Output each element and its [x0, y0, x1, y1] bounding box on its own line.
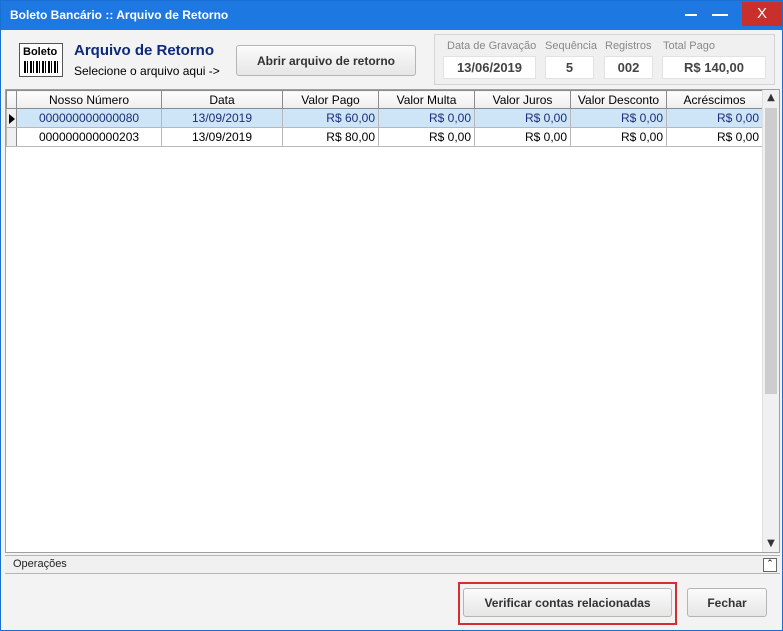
barcode-icon — [24, 61, 58, 73]
cell-acrescimos[interactable]: R$ 0,00 — [666, 108, 763, 128]
cell-valor-pago[interactable]: R$ 60,00 — [282, 108, 379, 128]
title-bar[interactable]: Boleto Bancário :: Arquivo de Retorno X — [1, 1, 782, 30]
cell-acrescimos[interactable]: R$ 0,00 — [666, 127, 763, 147]
cell-valor-juros[interactable]: R$ 0,00 — [474, 127, 571, 147]
table-header-row: Nosso Número Data Valor Pago Valor Multa… — [6, 90, 763, 109]
scroll-up-icon[interactable]: ▲ — [763, 90, 779, 106]
operations-label: Operações — [13, 558, 67, 570]
close-button[interactable]: X — [742, 2, 782, 26]
registros-group: Registros 002 — [604, 40, 653, 79]
total-pago-group: Total Pago R$ 140,00 — [662, 40, 766, 79]
collapse-icon[interactable]: ⌃ — [763, 558, 777, 572]
close-dialog-button[interactable]: Fechar — [687, 588, 767, 617]
column-header[interactable]: Data — [161, 90, 283, 109]
row-indicator — [6, 127, 17, 147]
data-gravacao-label: Data de Gravação — [447, 40, 537, 52]
data-gravacao-group: Data de Gravação 13/06/2019 — [443, 40, 537, 79]
page-title: Arquivo de Retorno — [74, 42, 215, 59]
cell-valor-multa[interactable]: R$ 0,00 — [378, 127, 475, 147]
maximize-button[interactable] — [706, 1, 734, 27]
cell-data[interactable]: 13/09/2019 — [161, 108, 283, 128]
column-header[interactable]: Valor Juros — [474, 90, 571, 109]
sequencia-group: Sequência 5 — [545, 40, 597, 79]
open-return-file-button[interactable]: Abrir arquivo de retorno — [236, 45, 416, 76]
scroll-thumb[interactable] — [765, 108, 777, 394]
return-records-grid[interactable]: Nosso Número Data Valor Pago Valor Multa… — [5, 89, 780, 553]
registros-field: 002 — [604, 56, 653, 79]
cell-valor-pago[interactable]: R$ 80,00 — [282, 127, 379, 147]
page-subtitle: Selecione o arquivo aqui -> — [74, 64, 220, 78]
row-indicator-header — [6, 90, 17, 109]
scroll-down-icon[interactable]: ▼ — [763, 536, 779, 552]
maximize-icon — [712, 14, 728, 16]
cell-valor-desconto[interactable]: R$ 0,00 — [570, 127, 667, 147]
cell-valor-multa[interactable]: R$ 0,00 — [378, 108, 475, 128]
vertical-scrollbar[interactable]: ▲ ▼ — [762, 90, 779, 552]
minimize-icon — [685, 14, 697, 16]
total-pago-label: Total Pago — [663, 40, 715, 52]
window-title: Boleto Bancário :: Arquivo de Retorno — [10, 8, 229, 22]
registros-label: Registros — [605, 40, 652, 52]
records-table: Nosso Número Data Valor Pago Valor Multa… — [6, 90, 763, 147]
sequencia-field: 5 — [545, 56, 594, 79]
column-header[interactable]: Nosso Número — [16, 90, 162, 109]
boleto-logo: Boleto — [19, 43, 63, 77]
current-row-arrow-icon — [9, 113, 15, 124]
column-header[interactable]: Valor Multa — [378, 90, 475, 109]
footer-panel: Verificar contas relacionadas Fechar — [5, 574, 780, 628]
cell-nosso-numero[interactable]: 000000000000080 — [16, 108, 162, 128]
operations-bar: Operações ⌃ — [5, 555, 780, 574]
file-info-panel: Data de Gravação 13/06/2019 Sequência 5 … — [434, 34, 775, 85]
window: Boleto Bancário :: Arquivo de Retorno X … — [0, 0, 783, 631]
header-panel: Boleto Arquivo de Retorno Selecione o ar… — [5, 31, 780, 87]
table-row[interactable]: 000000000000203 13/09/2019 R$ 80,00 R$ 0… — [6, 127, 763, 147]
table-row[interactable]: 000000000000080 13/09/2019 R$ 60,00 R$ 0… — [6, 108, 763, 128]
row-indicator — [6, 108, 17, 128]
sequencia-label: Sequência — [545, 40, 597, 52]
minimize-button[interactable] — [677, 1, 705, 27]
logo-text: Boleto — [23, 46, 58, 58]
total-pago-field: R$ 140,00 — [662, 56, 766, 79]
cell-valor-desconto[interactable]: R$ 0,00 — [570, 108, 667, 128]
column-header[interactable]: Valor Desconto — [570, 90, 667, 109]
cell-nosso-numero[interactable]: 000000000000203 — [16, 127, 162, 147]
column-header[interactable]: Acréscimos — [666, 90, 763, 109]
column-header[interactable]: Valor Pago — [282, 90, 379, 109]
cell-valor-juros[interactable]: R$ 0,00 — [474, 108, 571, 128]
cell-data[interactable]: 13/09/2019 — [161, 127, 283, 147]
data-gravacao-field: 13/06/2019 — [443, 56, 536, 79]
verify-related-accounts-button[interactable]: Verificar contas relacionadas — [463, 588, 672, 617]
